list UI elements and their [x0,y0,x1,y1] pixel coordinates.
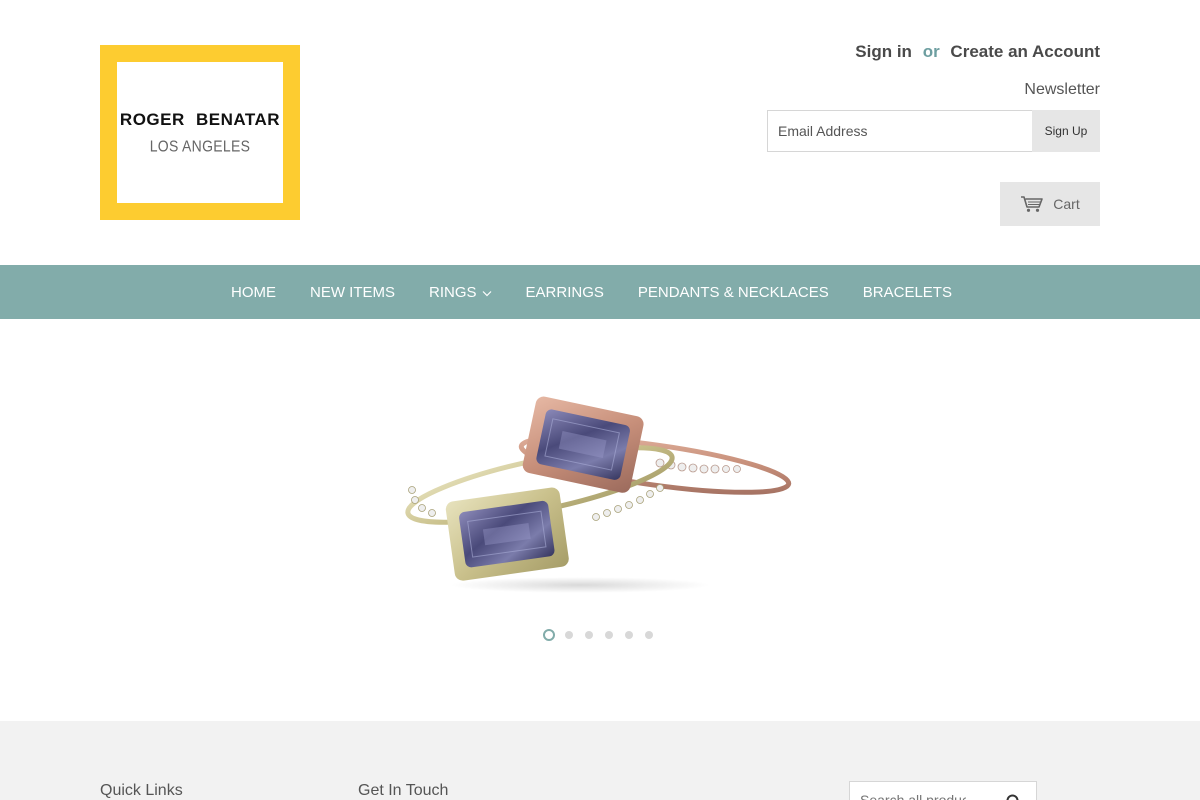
footer-search [849,781,1037,800]
nav-item-label: HOME [231,283,276,301]
nav-item-label: BRACELETS [862,283,952,301]
footer-search-input[interactable] [850,782,990,800]
nav-item-earrings[interactable]: EARRINGS [509,284,621,301]
slide-dot-5[interactable] [623,629,635,641]
nav-item-label: PENDANTS & NECKLACES [637,283,829,301]
nav-item-new-items[interactable]: NEW ITEMS [293,284,412,301]
or-separator: or [922,42,940,61]
logo-inner: ROGER BENATAR LOS ANGELES [117,62,283,203]
newsletter-form: Sign Up [767,110,1100,152]
slide-dot-2[interactable] [563,629,575,641]
logo-city: LOS ANGELES [149,137,251,155]
get-in-touch-heading: Get In Touch [358,782,449,799]
logo-name: ROGER BENATAR [119,110,281,129]
nav-item-label: EARRINGS [525,283,604,301]
nav-item-bracelets[interactable]: BRACELETS [846,284,969,301]
search-icon[interactable] [1006,794,1022,800]
slide-dot-4[interactable] [603,629,615,641]
slide-dot-3[interactable] [583,629,595,641]
slideshow-pagination [543,629,655,641]
store-logo[interactable]: ROGER BENATAR LOS ANGELES [100,45,300,220]
cart-button[interactable]: Cart [1000,182,1100,226]
chevron-down-icon [482,284,492,301]
email-input[interactable] [767,110,1032,152]
nav-item-pendants-necklaces[interactable]: PENDANTS & NECKLACES [621,284,846,301]
hero-slide-image[interactable] [390,385,810,600]
quick-links-heading: Quick Links [100,782,183,799]
account-links: Sign in or Create an Account [855,42,1100,62]
slide-dot-6[interactable] [643,629,655,641]
main-nav: HOME NEW ITEMS RINGS EARRINGS PENDANTS &… [0,265,1200,319]
cart-icon [1020,195,1044,213]
slide-dot-1[interactable] [543,629,555,641]
sign-in-link[interactable]: Sign in [855,42,912,61]
site-footer: Quick Links Get In Touch [0,721,1200,800]
nav-item-label: RINGS [429,283,477,301]
create-account-link[interactable]: Create an Account [950,42,1100,61]
nav-item-home[interactable]: HOME [214,284,293,301]
nav-item-rings[interactable]: RINGS [412,284,509,301]
sign-up-button[interactable]: Sign Up [1032,110,1100,152]
cart-label: Cart [1053,196,1080,212]
newsletter-label: Newsletter [1024,81,1100,98]
nav-item-label: NEW ITEMS [310,283,395,301]
